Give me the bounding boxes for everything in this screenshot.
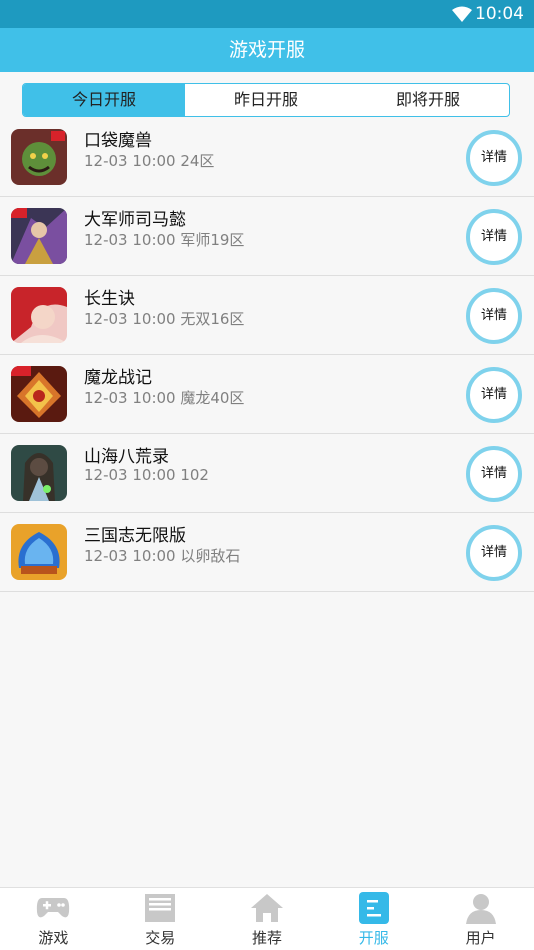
server-info: 12-03 10:00 102 xyxy=(84,466,209,484)
page-title: 游戏开服 xyxy=(0,28,534,72)
game-icon xyxy=(11,524,67,580)
game-icon xyxy=(11,129,67,185)
tabbar-item-server[interactable]: 开服 xyxy=(320,888,427,950)
list-item[interactable]: 口袋魔兽 12-03 10:00 24区 详情 xyxy=(0,118,534,197)
server-list: 口袋魔兽 12-03 10:00 24区 详情 大军师司马懿 12-03 10:… xyxy=(0,118,534,592)
list-item[interactable]: 三国志无限版 12-03 10:00 以卵敌石 详情 xyxy=(0,513,534,592)
status-time: 10:04 xyxy=(475,4,524,24)
server-info: 12-03 10:00 魔龙40区 xyxy=(84,389,245,407)
tab-upcoming[interactable]: 即将开服 xyxy=(347,84,509,116)
server-info: 12-03 10:00 无双16区 xyxy=(84,310,245,328)
game-name: 大军师司马懿 xyxy=(84,210,186,230)
gamepad-icon xyxy=(36,892,70,924)
list-item[interactable]: 魔龙战记 12-03 10:00 魔龙40区 详情 xyxy=(0,355,534,434)
tabbar-item-user[interactable]: 用户 xyxy=(427,888,534,950)
segment-tabs: 今日开服 昨日开服 即将开服 xyxy=(22,83,510,117)
game-name: 魔龙战记 xyxy=(84,368,152,388)
status-bar: 10:04 xyxy=(0,0,534,28)
tabbar-item-recommend[interactable]: 推荐 xyxy=(214,888,321,950)
tabbar-label: 游戏 xyxy=(38,929,69,947)
game-name: 山海八荒录 xyxy=(84,447,169,467)
server-icon xyxy=(357,892,391,924)
server-info: 12-03 10:00 军师19区 xyxy=(84,231,245,249)
tabbar-item-games[interactable]: 游戏 xyxy=(0,888,107,950)
detail-button[interactable]: 详情 xyxy=(466,525,522,581)
bottom-tab-bar: 游戏 交易 推荐 开服 用户 xyxy=(0,887,534,950)
game-icon xyxy=(11,287,67,343)
list-item[interactable]: 大军师司马懿 12-03 10:00 军师19区 详情 xyxy=(0,197,534,276)
detail-button[interactable]: 详情 xyxy=(466,209,522,265)
home-icon xyxy=(250,892,284,924)
game-name: 三国志无限版 xyxy=(84,526,186,546)
game-name: 长生诀 xyxy=(84,289,135,309)
user-icon xyxy=(464,892,498,924)
game-icon xyxy=(11,445,67,501)
trade-icon xyxy=(143,892,177,924)
wifi-icon xyxy=(452,6,472,26)
tabbar-label: 交易 xyxy=(145,929,176,947)
tabbar-label: 用户 xyxy=(465,929,496,947)
list-item[interactable]: 长生诀 12-03 10:00 无双16区 详情 xyxy=(0,276,534,355)
tab-yesterday[interactable]: 昨日开服 xyxy=(185,84,347,116)
detail-button[interactable]: 详情 xyxy=(466,130,522,186)
game-icon xyxy=(11,208,67,264)
tabbar-label: 推荐 xyxy=(251,929,282,947)
list-item[interactable]: 山海八荒录 12-03 10:00 102 详情 xyxy=(0,434,534,513)
tab-today[interactable]: 今日开服 xyxy=(23,84,185,116)
detail-button[interactable]: 详情 xyxy=(466,367,522,423)
tabbar-label: 开服 xyxy=(358,929,389,947)
detail-button[interactable]: 详情 xyxy=(466,288,522,344)
server-info: 12-03 10:00 以卵敌石 xyxy=(84,547,241,565)
server-info: 12-03 10:00 24区 xyxy=(84,152,215,170)
tabbar-item-trade[interactable]: 交易 xyxy=(107,888,214,950)
game-icon xyxy=(11,366,67,422)
game-name: 口袋魔兽 xyxy=(84,131,152,151)
detail-button[interactable]: 详情 xyxy=(466,446,522,502)
